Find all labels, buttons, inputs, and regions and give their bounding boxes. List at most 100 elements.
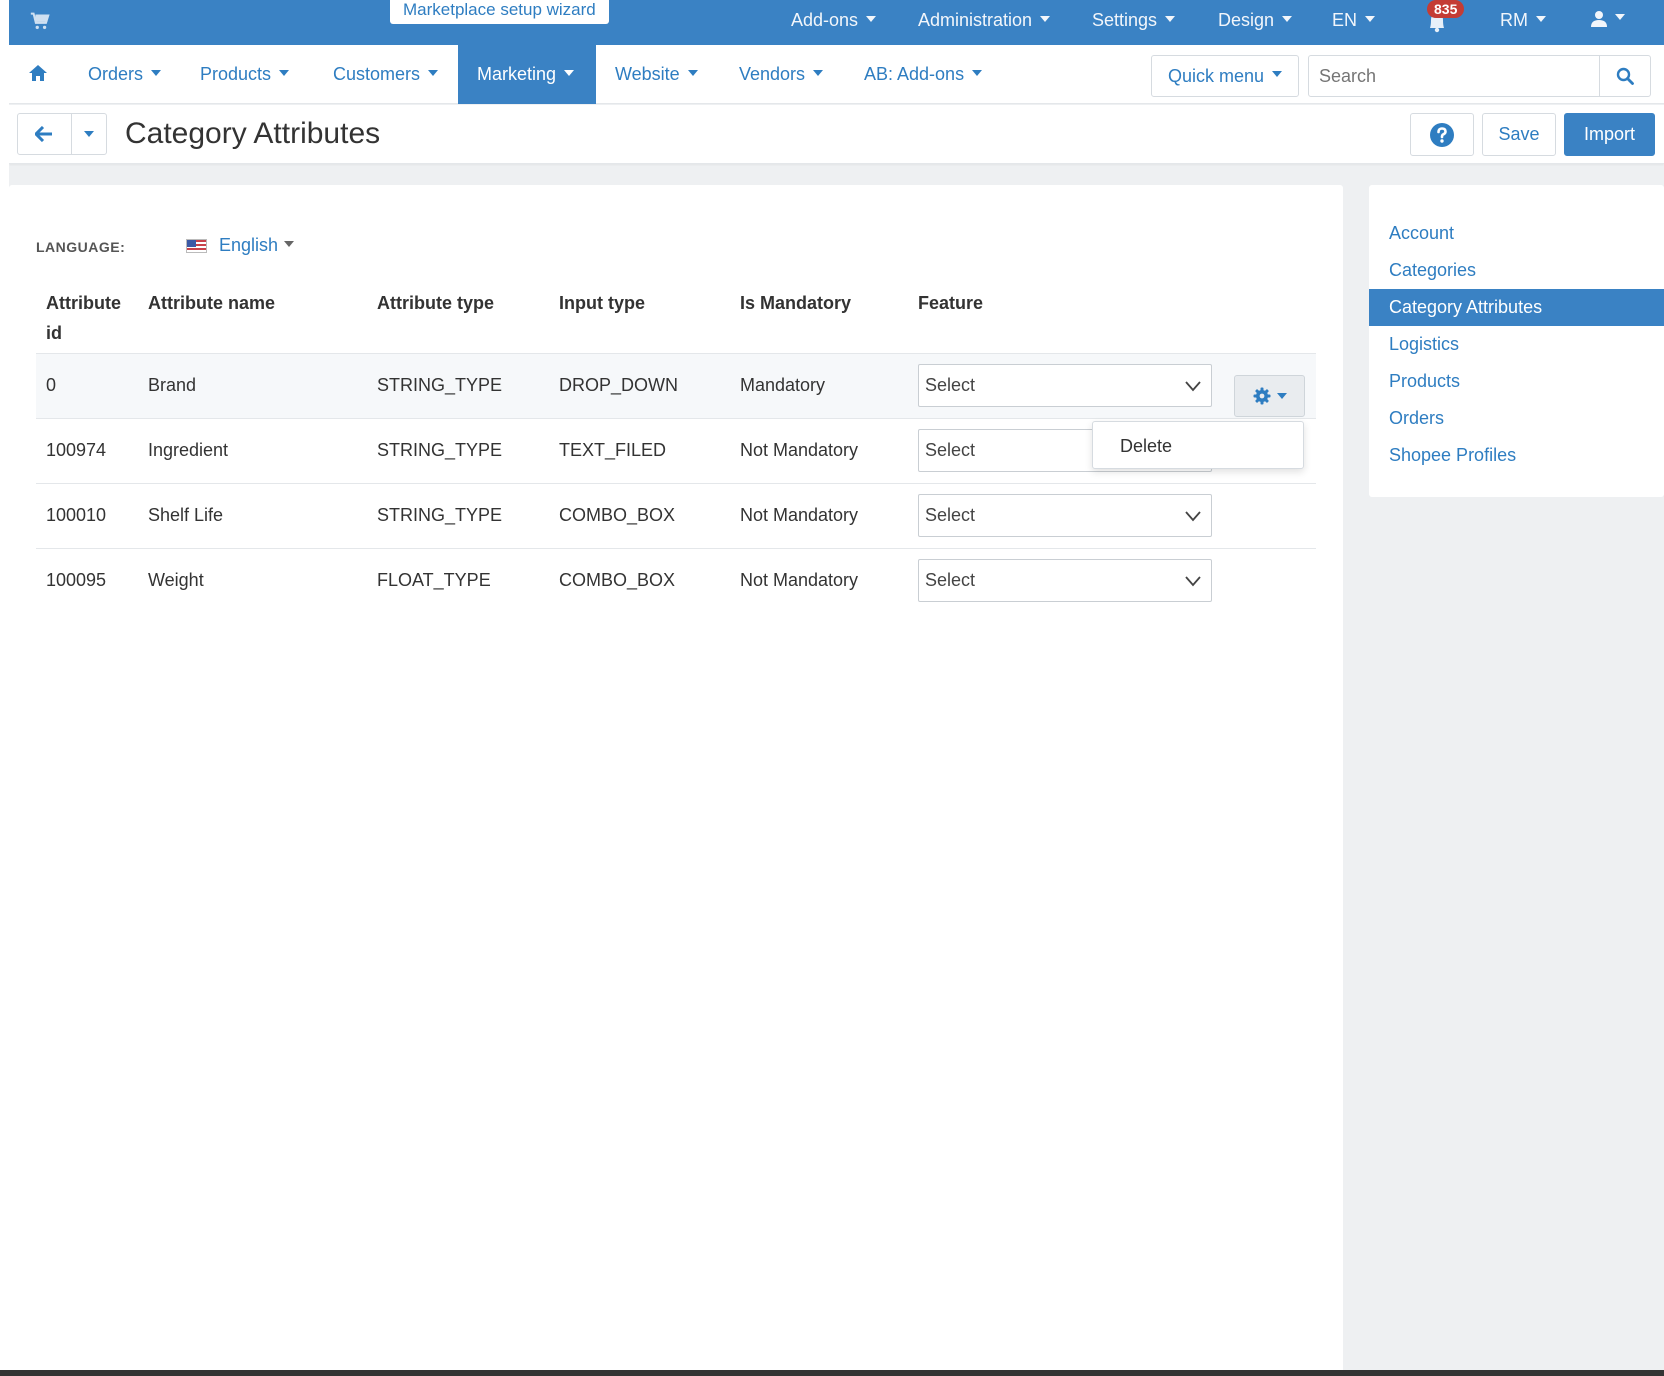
chevron-down-icon [1185, 381, 1201, 392]
sidebar-item-account[interactable]: Account [1369, 215, 1664, 252]
language-value: English [219, 235, 279, 255]
topnav-label: Settings [1092, 10, 1158, 30]
language-label: LANGUAGE: [36, 239, 126, 255]
user-menu[interactable] [1591, 10, 1625, 28]
header-input-type: Input type [559, 293, 645, 313]
topnav-settings[interactable]: Settings [1092, 10, 1176, 31]
caret-down-icon [564, 69, 575, 76]
quick-menu-button[interactable]: Quick menu [1151, 55, 1299, 97]
page-title: Category Attributes [125, 117, 381, 150]
sidebar: Account Categories Category Attributes L… [1369, 185, 1664, 497]
sidebar-item-orders[interactable]: Orders [1369, 400, 1664, 437]
topnav-language[interactable]: EN [1332, 10, 1376, 31]
cell-input-type: COMBO_BOX [549, 547, 730, 613]
topnav-label: Add-ons [791, 10, 859, 30]
topnav-label: Design [1218, 10, 1275, 30]
header-attribute-type: Attribute type [377, 293, 494, 313]
caret-down-icon [1282, 16, 1293, 23]
caret-down-icon [866, 16, 877, 23]
topnav-label: Administration [918, 10, 1033, 30]
help-button[interactable] [1410, 113, 1474, 156]
back-button[interactable] [18, 114, 72, 154]
caret-down-icon [1536, 16, 1546, 23]
sidebar-item-logistics[interactable]: Logistics [1369, 326, 1664, 363]
cell-attribute-type: STRING_TYPE [367, 352, 549, 418]
table-row: 100095 Weight FLOAT_TYPE COMBO_BOX Not M… [36, 547, 1316, 613]
cell-input-type: DROP_DOWN [549, 352, 730, 418]
us-flag-icon [186, 238, 207, 253]
cart-icon[interactable] [29, 10, 51, 32]
cell-attribute-type: FLOAT_TYPE [367, 547, 549, 613]
cell-attribute-type: STRING_TYPE [367, 417, 549, 483]
home-icon[interactable] [28, 63, 48, 83]
nav-website[interactable]: Website [605, 45, 708, 104]
marketplace-setup-wizard-button[interactable]: Marketplace setup wizard [390, 0, 609, 24]
nav-label: Website [615, 64, 680, 84]
chevron-down-icon [1185, 511, 1201, 522]
sidebar-item-categories[interactable]: Categories [1369, 252, 1664, 289]
nav-label: Customers [333, 64, 421, 84]
topnav-addons[interactable]: Add-ons [791, 10, 877, 31]
search-icon [1616, 67, 1634, 85]
cell-feature: Select [908, 482, 1316, 548]
caret-down-icon [1040, 16, 1051, 23]
sidebar-item-category-attributes[interactable]: Category Attributes [1369, 289, 1664, 326]
table-header-row: Attribute id Attribute name Attribute typ… [36, 288, 1316, 353]
caret-down-icon [687, 69, 698, 76]
feature-select[interactable]: Select [918, 364, 1212, 407]
caret-down-icon [1165, 16, 1176, 23]
nav-label: Marketing [477, 64, 557, 84]
caret-down-icon [1276, 393, 1287, 399]
feature-select[interactable]: Select [918, 494, 1212, 537]
table-row: 0 Brand STRING_TYPE DROP_DOWN Mandatory … [36, 352, 1316, 418]
nav-ab-addons[interactable]: AB: Add-ons [854, 45, 992, 104]
nav-label: Products [200, 64, 272, 84]
back-dropdown-button[interactable] [72, 114, 106, 154]
cell-input-type: TEXT_FILED [549, 417, 730, 483]
cell-feature: Select [908, 547, 1316, 613]
row-actions-menu: Delete [1092, 421, 1304, 469]
save-button[interactable]: Save [1482, 113, 1556, 156]
content-panel: LANGUAGE: English Attribute id Attribute … [9, 185, 1343, 1372]
nav-label: AB: Add-ons [864, 64, 965, 84]
notification-badge: 835 [1427, 0, 1465, 18]
caret-down-icon [1272, 71, 1283, 77]
cell-is-mandatory: Not Mandatory [730, 417, 908, 483]
cell-attribute-name: Brand [138, 352, 367, 418]
nav-vendors[interactable]: Vendors [729, 45, 833, 104]
caret-down-icon [813, 69, 824, 76]
search-input[interactable] [1308, 55, 1600, 97]
feature-select[interactable]: Select [918, 559, 1212, 603]
back-button-group [17, 113, 107, 155]
nav-label: Vendors [739, 64, 806, 84]
caret-down-icon [279, 69, 290, 76]
caret-down-icon [284, 240, 295, 247]
user-icon [1591, 11, 1607, 27]
header-attribute-id: Attribute id [36, 288, 138, 353]
caret-down-icon [972, 69, 983, 76]
sidebar-item-shopee-profiles[interactable]: Shopee Profiles [1369, 437, 1664, 474]
topnav-administration[interactable]: Administration [918, 10, 1051, 31]
question-circle-icon [1430, 122, 1454, 147]
header-feature: Feature [918, 293, 984, 313]
nav-marketing[interactable]: Marketing [458, 45, 596, 104]
cell-attribute-name: Weight [138, 547, 367, 613]
gear-icon [1253, 387, 1270, 405]
cell-is-mandatory: Not Mandatory [730, 547, 908, 613]
import-button[interactable]: Import [1564, 113, 1655, 156]
cell-attribute-id: 0 [36, 352, 138, 418]
nav-orders[interactable]: Orders [78, 45, 171, 104]
header-text: id [46, 323, 62, 343]
search-button[interactable] [1599, 55, 1651, 97]
language-selector[interactable]: English [186, 235, 295, 256]
topnav-design[interactable]: Design [1218, 10, 1293, 31]
app-frame: Marketplace setup wizard Add-ons Adminis… [9, 0, 1664, 1372]
delete-menu-item[interactable]: Delete [1120, 436, 1303, 457]
caret-down-icon [83, 131, 94, 137]
topnav-label: EN [1332, 10, 1358, 30]
nav-customers[interactable]: Customers [323, 45, 448, 104]
nav-products[interactable]: Products [190, 45, 299, 104]
sidebar-item-products[interactable]: Products [1369, 363, 1664, 400]
row-actions-button[interactable] [1234, 375, 1305, 417]
topnav-currency[interactable]: RM [1500, 10, 1546, 31]
